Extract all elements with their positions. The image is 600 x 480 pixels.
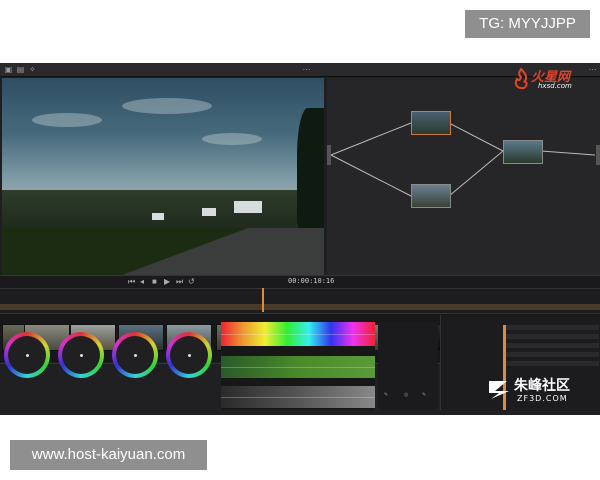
house — [152, 213, 164, 220]
skip-start-icon[interactable]: ⏮ — [128, 277, 135, 287]
color-wheel-offset[interactable] — [166, 332, 212, 378]
node-input-handle[interactable] — [327, 145, 331, 165]
viewer-mode-icon[interactable]: ▣ — [4, 65, 13, 74]
huoxing-logo-sub: hxsd.com — [538, 82, 572, 90]
skip-end-icon[interactable]: ⏭ — [176, 277, 183, 287]
node-output-handle[interactable] — [596, 145, 600, 165]
viewer-sky — [2, 78, 324, 203]
node-connections — [330, 122, 596, 197]
hue-curves-panel[interactable] — [221, 322, 375, 410]
viewer-hills — [2, 190, 324, 230]
keyframe-track[interactable] — [503, 361, 599, 366]
node-03[interactable] — [411, 184, 451, 208]
transport-controls: ⏮ ◂ ■ ▶ ⏭ ↺ 00:00:10:16 — [0, 275, 600, 288]
curve-line — [221, 367, 375, 368]
zf3d-logo-icon — [489, 381, 509, 399]
curve-tool-icon[interactable]: ◎ — [404, 392, 408, 398]
wand-icon[interactable]: ✧ — [28, 65, 37, 74]
flame-logo-icon — [514, 68, 528, 90]
zf3d-logo-sub: ZF3D.COM — [517, 394, 568, 403]
stop-icon[interactable]: ■ — [152, 277, 157, 287]
viewer-trees — [297, 108, 324, 228]
huoxing-logo: 火星网 hxsd.com — [512, 66, 590, 92]
step-back-icon[interactable]: ◂ — [140, 277, 144, 287]
node-editor[interactable] — [327, 78, 600, 275]
cloud — [202, 133, 262, 145]
gallery-icon[interactable]: ▤ — [16, 65, 25, 74]
viewer[interactable] — [2, 78, 324, 275]
viewer-timecode: 00:00:10:16 — [288, 277, 335, 285]
curve-line — [221, 397, 375, 398]
watermark-bottom: www.host-kaiyuan.com — [10, 440, 207, 470]
cloud — [122, 98, 212, 114]
curve-line — [221, 334, 375, 335]
keyframe-track[interactable] — [503, 325, 599, 330]
node-02[interactable] — [503, 140, 543, 164]
viewer-options-icon[interactable]: ⋯ — [302, 65, 311, 74]
zf3d-logo-main: 朱峰社区 — [514, 378, 570, 394]
house — [202, 208, 216, 216]
color-wheel-gain[interactable] — [112, 332, 158, 378]
curve-parameters: ✎ ◎ ✎ — [378, 322, 438, 410]
keyframe-track[interactable] — [503, 334, 599, 339]
top-toolbar: ▣ ▤ ✧ ⋯ ⋯ — [0, 63, 600, 77]
house — [234, 201, 262, 213]
color-wheels — [0, 310, 220, 418]
keyframe-track[interactable] — [503, 343, 599, 348]
node-01[interactable] — [411, 111, 451, 135]
loop-icon[interactable]: ↺ — [188, 277, 195, 287]
color-wheel-lift[interactable] — [4, 332, 50, 378]
watermark-top: TG: MYYJJPP — [465, 10, 590, 38]
playhead[interactable] — [262, 288, 264, 312]
cloud — [32, 113, 102, 127]
play-icon[interactable]: ▶ — [164, 277, 170, 287]
keyframe-track[interactable] — [503, 352, 599, 357]
curve-tool-icon[interactable]: ✎ — [422, 392, 426, 398]
zf3d-logo: 朱峰社区 ZF3D.COM — [487, 375, 592, 405]
curve-tool-icon[interactable]: ✎ — [384, 392, 388, 398]
color-wheel-gamma[interactable] — [58, 332, 104, 378]
